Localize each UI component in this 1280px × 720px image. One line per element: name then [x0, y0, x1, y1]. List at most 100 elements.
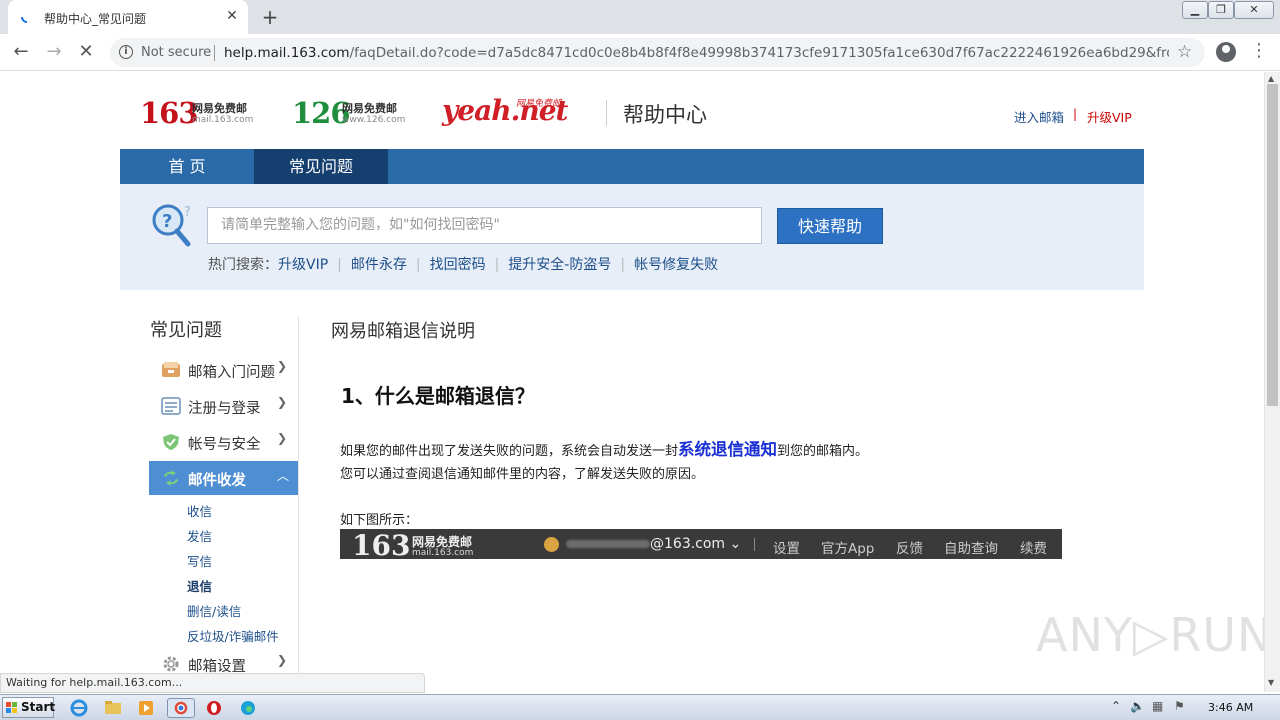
forward-arrow-icon[interactable]: → [42, 40, 66, 64]
logo-yeah[interactable]: yeah.net 网易免费邮 [442, 94, 568, 127]
question-heading: 1、什么是邮箱退信？ [341, 384, 535, 408]
speaker-icon[interactable]: 🔈 [1130, 699, 1145, 713]
restore-window-button[interactable]: ❐ [1208, 1, 1234, 19]
network-icon[interactable]: ▦ [1152, 699, 1163, 713]
svg-text:?: ? [162, 211, 172, 232]
opera-icon[interactable] [204, 698, 224, 718]
mailbox-icon [162, 362, 180, 377]
sidebar-sub-send[interactable]: 发信 [187, 526, 212, 545]
loading-spinner-icon [21, 16, 28, 23]
tab-close-icon[interactable]: ✕ [224, 8, 240, 24]
profile-avatar-icon[interactable] [1216, 42, 1236, 62]
enter-mailbox-link[interactable]: 进入邮箱 [1014, 107, 1064, 126]
main-nav: 首 页 常见问题 [120, 149, 1144, 184]
sidebar-item-send-receive[interactable]: 邮件收发 ︿ [149, 461, 298, 495]
article-paragraph-3: 如下图所示： [340, 513, 419, 528]
sidebar-sub-bounce[interactable]: 退信 [187, 576, 212, 595]
shot-logo-domain: mail.163.com [412, 548, 474, 558]
browser-toolbar: ← → ✕ i Not secure help.mail.163.com/faq… [0, 34, 1280, 71]
hot-search-label: 热门搜索： [208, 257, 278, 273]
chevron-down-icon: ❯ [277, 653, 288, 667]
shot-logo-number: 163 [352, 529, 411, 559]
taskbar-clock[interactable]: 3:46 AM [1208, 701, 1253, 714]
hot-search: 热门搜索：升级VIP | 邮件永存 | 找回密码 | 提升安全-防盗号 | 帐号修复失败 [208, 254, 718, 274]
svg-text:?: ? [184, 205, 191, 220]
header-divider [606, 100, 607, 126]
sidebar-divider [298, 316, 299, 692]
shot-divider [754, 538, 755, 551]
hot-separator: | [620, 257, 626, 273]
stop-loading-icon[interactable]: ✕ [74, 40, 98, 64]
article-paragraph-2: 您可以通过查阅退信通知邮件里的内容，了解发送失败的原因。 [340, 467, 705, 482]
anyrun-watermark: ANY▷RUN [1036, 608, 1264, 662]
logo-163-domain: mail.163.com [192, 115, 254, 125]
form-icon [161, 397, 181, 415]
scroll-down-icon[interactable]: ▼ [1268, 678, 1274, 687]
chevron-down-icon: ❯ [277, 359, 288, 373]
hot-link-security[interactable]: 提升安全-防盗号 [508, 257, 611, 273]
url-text[interactable]: help.mail.163.com/faqDetail.do?code=d7a5… [224, 45, 1169, 61]
scroll-up-icon[interactable]: ▲ [1268, 74, 1274, 83]
show-hidden-icons-icon[interactable]: ⌃ [1111, 699, 1121, 713]
nav-home[interactable]: 首 页 [120, 149, 254, 184]
sidebar-item-label: 邮箱入门问题 [188, 365, 275, 381]
start-button[interactable]: Start [2, 697, 56, 718]
sync-arrows-icon [164, 470, 178, 486]
sidebar-item-register-login[interactable]: 注册与登录 ❯ [149, 389, 298, 423]
quick-help-button[interactable]: 快速帮助 [777, 208, 883, 244]
sidebar-sub-delete-read[interactable]: 删信/读信 [187, 601, 241, 620]
hot-link-vip[interactable]: 升级VIP [278, 257, 328, 273]
hot-separator: | [494, 257, 500, 273]
edge-icon[interactable] [238, 698, 258, 718]
logo-163[interactable]: 163 网易免费邮 mail.163.com [140, 96, 253, 130]
hot-link-forever[interactable]: 邮件永存 [351, 257, 407, 273]
page-content: 163 网易免费邮 mail.163.com 126 网易免费邮 www.126… [0, 72, 1264, 692]
back-arrow-icon[interactable]: ← [9, 40, 33, 64]
minimize-window-button[interactable]: ▁ [1182, 1, 1208, 19]
internet-explorer-icon[interactable] [69, 698, 89, 718]
bookmark-star-icon[interactable]: ☆ [1177, 42, 1192, 62]
sidebar-sub-compose[interactable]: 写信 [187, 551, 212, 570]
folder-icon[interactable] [103, 698, 123, 718]
search-input[interactable]: 请简单完整输入您的问题，如"如何找回密码" [207, 207, 762, 244]
url-path: /faqDetail.do?code=d7a5dc8471cd0c0e8b4b8… [349, 45, 1169, 61]
sidebar-item-account-security[interactable]: 帐号与安全 ❯ [149, 425, 298, 459]
browser-menu-icon[interactable]: ⋮ [1250, 40, 1268, 61]
status-bar: Waiting for help.mail.163.com... [0, 673, 425, 693]
scroll-thumb[interactable] [1267, 84, 1278, 406]
upgrade-vip-link[interactable]: 升级VIP [1087, 107, 1132, 126]
search-panel: ? ? 请简单完整输入您的问题，如"如何找回密码" 快速帮助 热门搜索：升级VI… [120, 184, 1144, 290]
coin-icon [544, 537, 559, 552]
hot-link-repair[interactable]: 帐号修复失败 [634, 257, 718, 273]
shot-menu-settings: 设置 [773, 541, 800, 557]
sidebar-item-label: 邮件收发 [188, 473, 246, 489]
action-center-flag-icon[interactable]: ⚑ [1174, 699, 1185, 713]
logo-126-domain: www.126.com [342, 115, 406, 125]
windows-logo-icon [6, 702, 17, 713]
logo-163-number: 163 [140, 96, 199, 130]
sidebar-item-label: 注册与登录 [188, 401, 261, 417]
logo-126-number: 126 [292, 96, 351, 130]
sidebar-sub-antispam[interactable]: 反垃圾/诈骗邮件 [187, 626, 279, 645]
media-player-icon[interactable] [136, 698, 156, 718]
sidebar-item-getting-started[interactable]: 邮箱入门问题 ❯ [149, 353, 298, 387]
close-window-button[interactable]: ✕ [1234, 1, 1274, 19]
browser-tab[interactable]: 帮助中心_常见问题 ✕ [8, 0, 248, 34]
chrome-icon[interactable] [167, 698, 195, 718]
new-tab-button[interactable]: + [258, 5, 282, 29]
start-label: Start [21, 700, 56, 714]
address-bar[interactable]: i Not secure help.mail.163.com/faqDetail… [110, 38, 1205, 67]
logo-126-text: 网易免费邮 [342, 102, 397, 115]
p1-highlight: 系统退信通知 [678, 440, 778, 459]
windows-taskbar: Start ⌃ 🔈 ▦ ⚑ 3:46 AM [0, 694, 1280, 720]
chevron-down-icon: ❯ [277, 431, 288, 445]
info-icon[interactable]: i [119, 45, 133, 59]
p1-text-before: 如果您的邮件出现了发送失败的问题，系统会自动发送一封 [340, 444, 679, 459]
hot-link-password[interactable]: 找回密码 [430, 257, 486, 273]
header-link-separator: | [1073, 107, 1078, 121]
logo-126[interactable]: 126 网易免费邮 www.126.com [292, 96, 405, 130]
not-secure-label[interactable]: Not secure [141, 45, 211, 60]
nav-faq[interactable]: 常见问题 [254, 149, 388, 184]
page-scrollbar[interactable]: ▲ ▼ [1264, 72, 1280, 692]
sidebar-sub-receive[interactable]: 收信 [187, 501, 212, 520]
